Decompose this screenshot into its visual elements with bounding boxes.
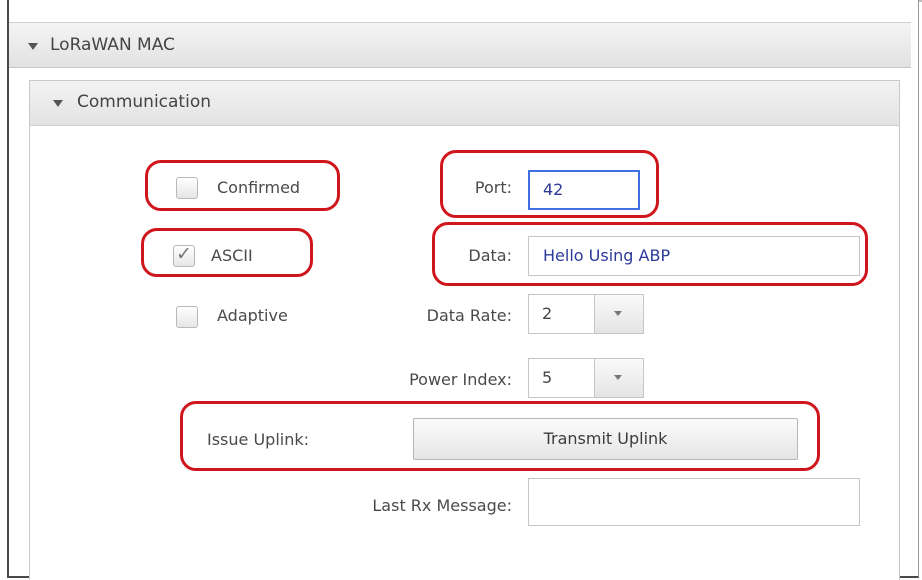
data-rate-value: 2	[542, 304, 553, 323]
last-rx-message-label: Last Rx Message:	[372, 496, 512, 515]
transmit-uplink-button[interactable]: Transmit Uplink	[413, 418, 798, 460]
triangle-down-icon[interactable]	[53, 100, 63, 107]
section-title-lorawan-mac: LoRaWAN MAC	[50, 35, 175, 55]
checkmark-icon: ✓	[176, 243, 192, 265]
last-rx-message-field[interactable]	[528, 478, 860, 526]
confirmed-checkbox[interactable]	[176, 177, 198, 199]
power-index-value: 5	[542, 368, 553, 387]
confirmed-label[interactable]: Confirmed	[217, 178, 300, 197]
issue-uplink-label: Issue Uplink:	[207, 430, 310, 449]
data-input[interactable]: Hello Using ABP	[528, 236, 860, 276]
triangle-down-icon[interactable]	[28, 43, 38, 50]
communication-header[interactable]: Communication	[30, 81, 899, 126]
ascii-checkbox[interactable]: ✓	[173, 243, 195, 267]
section-title-communication: Communication	[77, 92, 211, 112]
data-rate-dropdown-button[interactable]	[594, 295, 643, 333]
data-label: Data:	[468, 246, 512, 265]
lorawan-mac-header[interactable]: LoRaWAN MAC	[9, 22, 911, 68]
power-index-dropdown-button[interactable]	[594, 359, 643, 397]
adaptive-label[interactable]: Adaptive	[217, 306, 288, 325]
power-index-select[interactable]: 5	[528, 358, 644, 398]
chevron-down-icon	[614, 311, 622, 316]
port-label: Port:	[474, 178, 512, 197]
data-rate-select[interactable]: 2	[528, 294, 644, 334]
ascii-label[interactable]: ASCII	[211, 246, 253, 265]
power-index-label: Power Index:	[409, 370, 512, 389]
chevron-down-icon	[614, 375, 622, 380]
port-input[interactable]: 42	[528, 170, 640, 210]
adaptive-checkbox[interactable]	[176, 306, 198, 328]
data-rate-label: Data Rate:	[426, 306, 512, 325]
